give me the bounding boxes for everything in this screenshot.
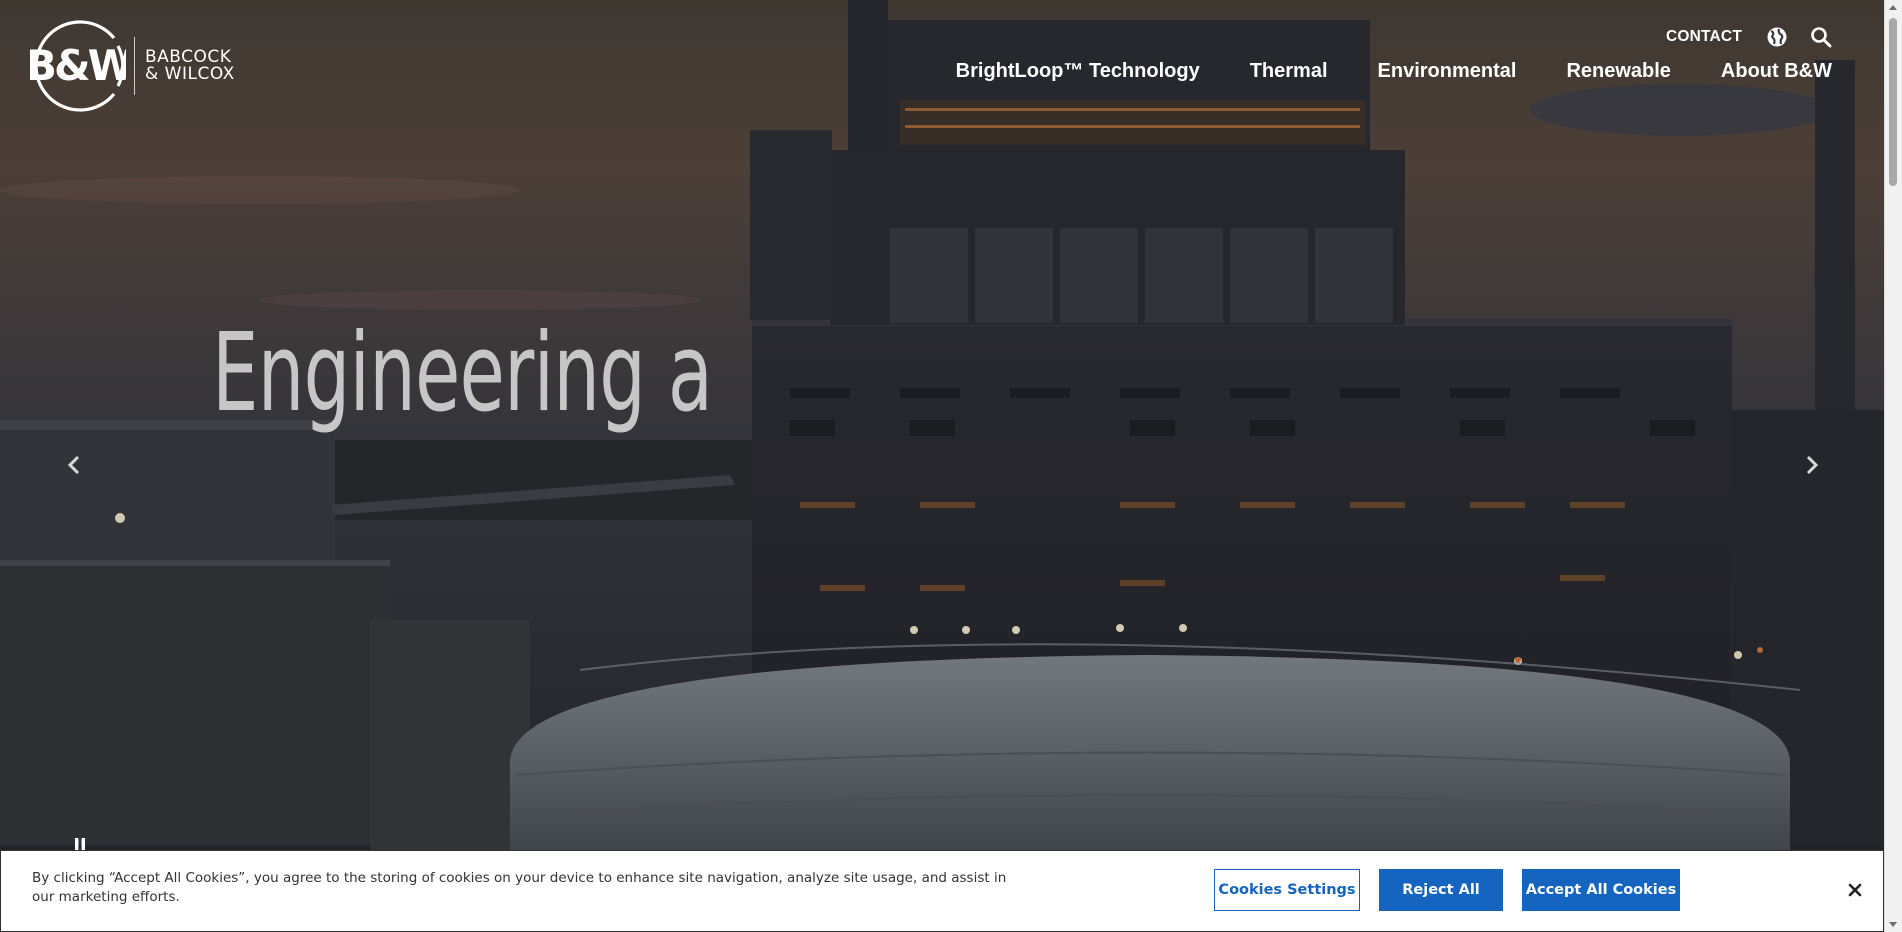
brand-logo[interactable]: B&W BABCOCK & WILCOX [25, 20, 235, 112]
scrollbar-thumb[interactable] [1889, 18, 1897, 186]
accept-all-cookies-button[interactable]: Accept All Cookies [1522, 869, 1680, 911]
close-icon[interactable] [1847, 882, 1863, 898]
cookie-banner-text: By clicking “Accept All Cookies”, you ag… [32, 870, 1007, 905]
nav-item-thermal[interactable]: Thermal [1250, 60, 1328, 83]
contact-link[interactable]: CONTACT [1666, 28, 1742, 46]
page: B&W BABCOCK & WILCOX CONTACT BrightLoop™ [0, 0, 1902, 932]
hero-dark-overlay [0, 0, 1884, 932]
nav-item-renewable[interactable]: Renewable [1566, 60, 1670, 83]
page-scrollbar[interactable] [1884, 0, 1902, 932]
nav-item-about[interactable]: About B&W [1721, 60, 1832, 83]
logo-circle-icon: B&W [25, 20, 137, 112]
logo-name-line2: & WILCOX [145, 64, 235, 84]
scroll-down-arrow-icon[interactable] [1889, 922, 1897, 927]
nav-item-environmental[interactable]: Environmental [1378, 60, 1517, 83]
main-nav: BrightLoop™ Technology Thermal Environme… [956, 60, 1832, 83]
utility-nav: CONTACT [1666, 26, 1832, 48]
hero-headline: Engineering a [212, 311, 713, 436]
logo-divider [134, 37, 135, 95]
logo-wordmark: BABCOCK & WILCOX [145, 49, 235, 83]
globe-icon[interactable] [1766, 26, 1788, 48]
logo-mark: B&W [25, 20, 137, 112]
logo-mark-text: B&W [30, 41, 126, 90]
nav-item-brightloop[interactable]: BrightLoop™ Technology [956, 60, 1200, 83]
hero-video-background [0, 0, 1884, 932]
chevron-left-icon[interactable] [62, 452, 88, 478]
reject-all-button[interactable]: Reject All [1379, 869, 1503, 911]
cookie-consent-banner: By clicking “Accept All Cookies”, you ag… [0, 850, 1884, 932]
scroll-up-arrow-icon[interactable] [1889, 5, 1897, 10]
search-icon[interactable] [1810, 26, 1832, 48]
chevron-right-icon[interactable] [1798, 452, 1824, 478]
cookies-settings-button[interactable]: Cookies Settings [1214, 869, 1360, 911]
